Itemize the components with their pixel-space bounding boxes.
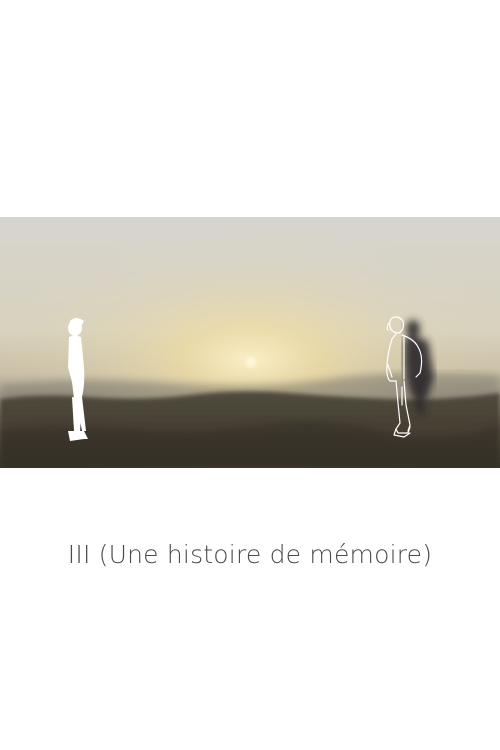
sun — [246, 357, 256, 367]
poster-title: III (Une histoire de mémoire) — [67, 540, 433, 569]
poster: III (Une histoire de mémoire) — [0, 0, 500, 750]
film-still-image — [0, 217, 500, 468]
